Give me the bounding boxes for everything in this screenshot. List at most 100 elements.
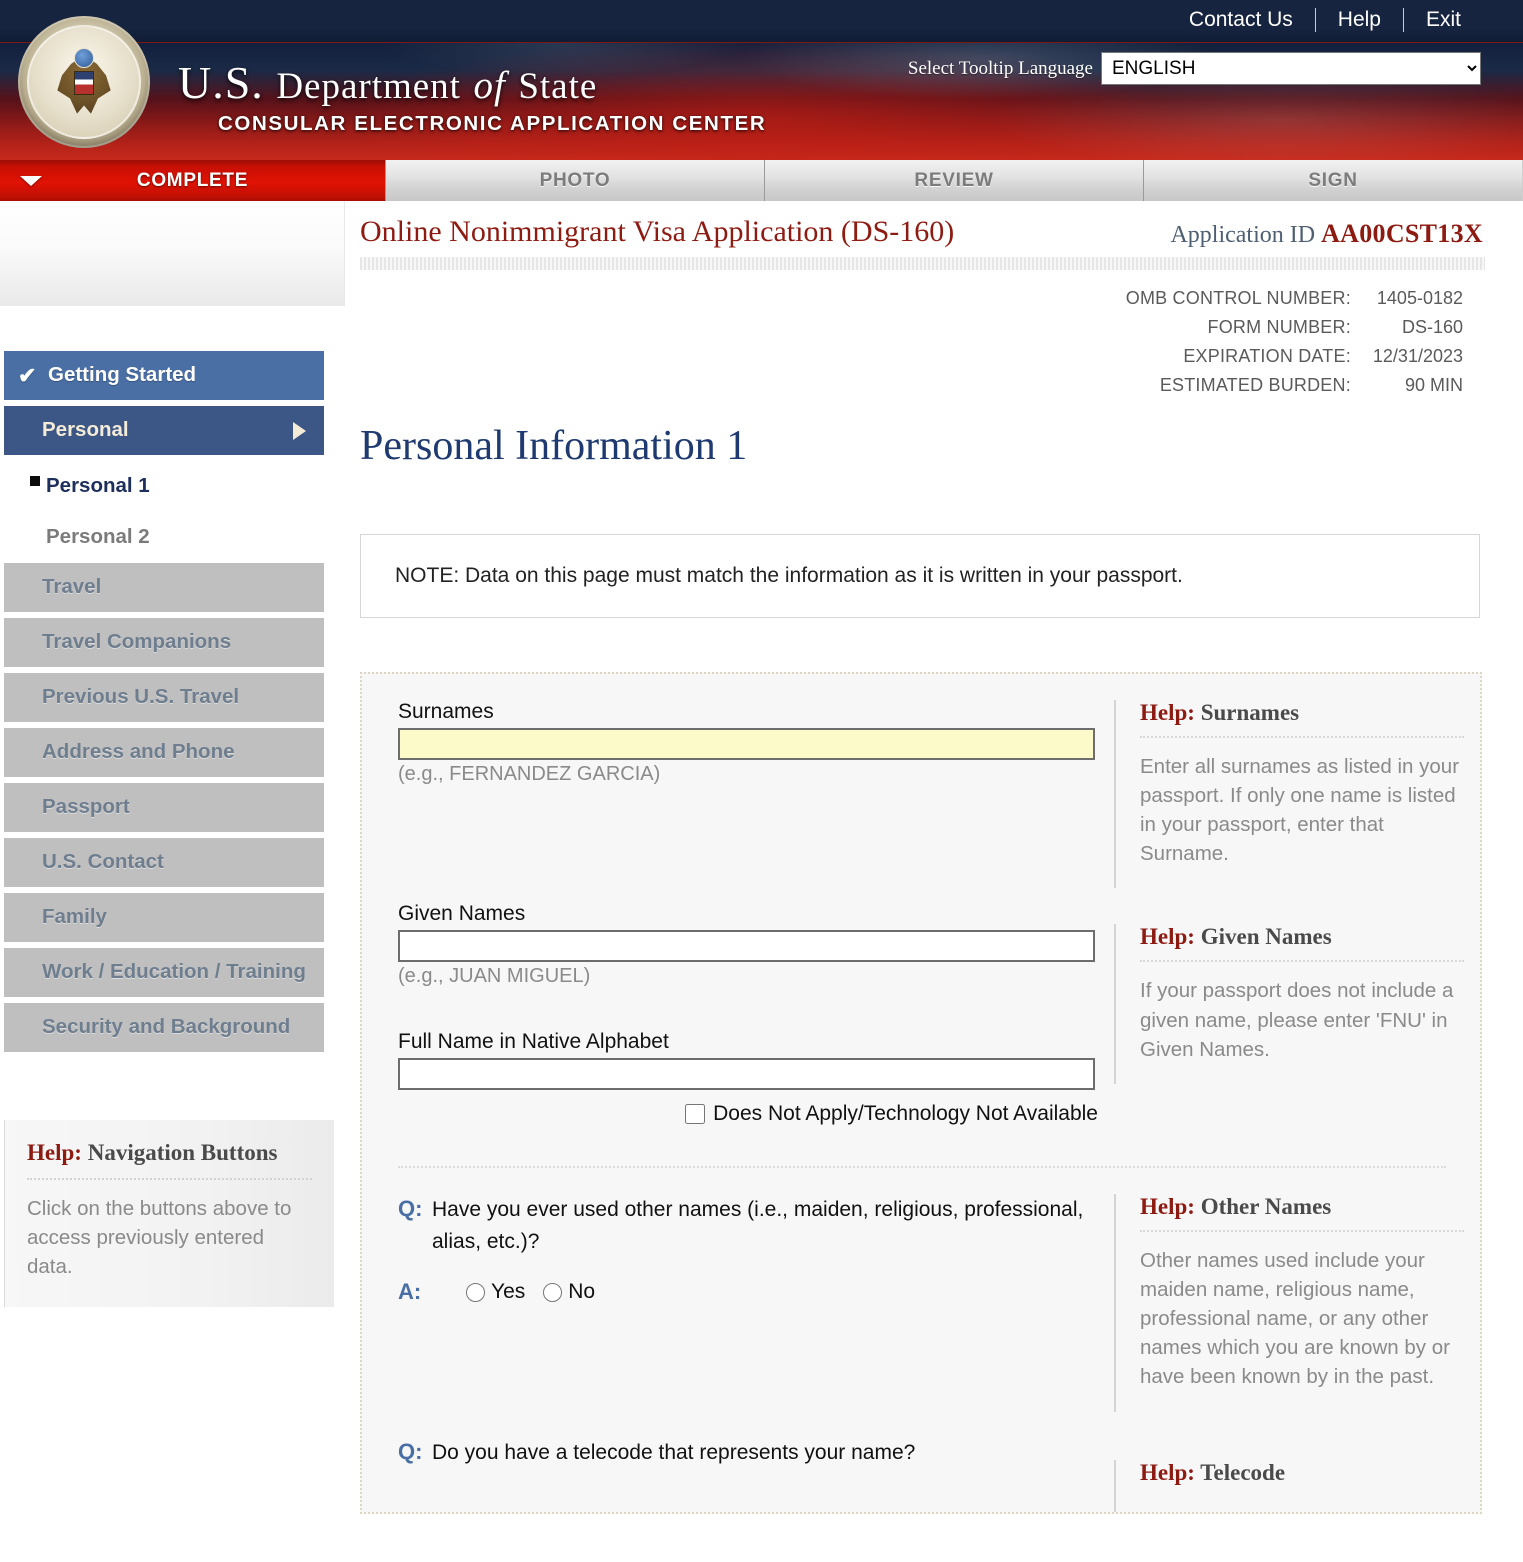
other-names-yes-label[interactable]: Yes — [491, 1280, 525, 1304]
sidebar-item-us-contact[interactable]: U.S. Contact — [4, 838, 324, 887]
tab-complete[interactable]: COMPLETE — [0, 160, 385, 201]
divider — [1140, 960, 1464, 963]
application-title-row: Online Nonimmigrant Visa Application (DS… — [355, 201, 1485, 249]
main-content: Online Nonimmigrant Visa Application (DS… — [355, 201, 1485, 1514]
other-names-yes-radio[interactable] — [466, 1282, 485, 1302]
answer-marker: A: — [398, 1279, 422, 1304]
sidebar-item-passport[interactable]: Passport — [4, 783, 324, 832]
question-marker: Q: — [398, 1439, 423, 1464]
help-panel-surnames: Help: Surnames Enter all surnames as lis… — [1114, 700, 1464, 889]
help-body: Enter all surnames as listed in your pas… — [1140, 755, 1460, 866]
application-id-label: Application ID — [1170, 222, 1316, 248]
other-names-no-option[interactable]: No — [543, 1280, 595, 1304]
sidebar-item-previous-us-travel[interactable]: Previous U.S. Travel — [4, 673, 324, 722]
question-other-names: Q: Have you ever used other names (i.e.,… — [398, 1194, 1094, 1305]
metadata-row: FORM NUMBER: DS-160 — [1126, 313, 1464, 342]
help-topic: Navigation Buttons — [87, 1140, 278, 1165]
sidebar-item-work-education-training[interactable]: Work / Education / Training — [4, 948, 324, 997]
other-names-yes-option[interactable]: Yes — [466, 1280, 525, 1304]
form-fields-column: Surnames (e.g., FERNANDEZ GARCIA) Given … — [362, 700, 1114, 1130]
help-topic: Other Names — [1200, 1194, 1332, 1219]
page-title: Personal Information 1 — [360, 423, 748, 469]
sidebar-item-address-and-phone[interactable]: Address and Phone — [4, 728, 324, 777]
question-telecode: Q: Do you have a telecode that represent… — [398, 1437, 1094, 1469]
sidebar-help-panel: Help: Navigation Buttons Click on the bu… — [4, 1120, 334, 1308]
site-banner: Contact Us Help Exit Select Tooltip Lang… — [0, 0, 1523, 160]
workflow-tabs: COMPLETE PHOTO REVIEW SIGN — [0, 160, 1523, 201]
does-not-apply-checkbox[interactable] — [685, 1104, 706, 1124]
help-column: Help: Surnames Enter all surnames as lis… — [1114, 700, 1480, 1130]
surnames-input[interactable] — [398, 728, 1095, 760]
sidebar-item-family[interactable]: Family — [4, 893, 324, 942]
exit-link[interactable]: Exit — [1404, 8, 1483, 32]
sidebar-item-label: Personal — [42, 418, 129, 442]
answer-line: A: Yes No — [398, 1279, 1094, 1305]
sidebar-item-travel-companions[interactable]: Travel Companions — [4, 618, 324, 667]
sidebar-item-personal-1[interactable]: Personal 1 — [4, 461, 324, 510]
department-of-state-seal-icon — [18, 16, 150, 148]
sidebar-item-personal[interactable]: Personal — [4, 406, 324, 455]
help-link[interactable]: Help — [1316, 8, 1403, 32]
native-name-input[interactable] — [398, 1058, 1095, 1090]
title-divider — [360, 257, 1485, 270]
metadata-row: ESTIMATED BURDEN: 90 MIN — [1126, 371, 1463, 400]
sidebar-item-label: Address and Phone — [42, 740, 235, 764]
help-panel-other-names: Help: Other Names Other names used inclu… — [1114, 1194, 1464, 1412]
question-marker: Q: — [398, 1196, 423, 1221]
metadata-value: 90 MIN — [1404, 375, 1463, 395]
does-not-apply-label[interactable]: Does Not Apply/Technology Not Available — [713, 1102, 1098, 1126]
other-names-no-label[interactable]: No — [568, 1280, 595, 1304]
tooltip-language-selector: Select Tooltip Language ENGLISH — [908, 52, 1481, 85]
agency-subtitle: CONSULAR ELECTRONIC APPLICATION CENTER — [218, 112, 767, 135]
divider — [1140, 1230, 1464, 1232]
metadata-key: EXPIRATION DATE: — [1183, 346, 1351, 366]
help-prefix: Help: — [27, 1140, 82, 1165]
application-id: Application ID AA00CST13X — [1170, 219, 1483, 249]
help-title: Help: Given Names — [1140, 924, 1464, 956]
sidebar-item-getting-started[interactable]: ✔ Getting Started — [4, 351, 324, 400]
given-names-hint: (e.g., JUAN MIGUEL) — [398, 965, 591, 987]
native-name-label: Full Name in Native Alphabet — [398, 1030, 669, 1053]
sidebar-item-label: Travel Companions — [42, 630, 232, 654]
sidebar-item-travel[interactable]: Travel — [4, 563, 324, 612]
note-text: NOTE: Data on this page must match the i… — [395, 564, 1183, 587]
sidebar-item-label: Work / Education / Training — [42, 960, 306, 984]
divider — [1140, 736, 1464, 738]
sidebar-item-label: Personal 1 — [46, 473, 150, 497]
metadata-key: ESTIMATED BURDEN: — [1159, 375, 1351, 395]
note-box: NOTE: Data on this page must match the i… — [360, 534, 1480, 618]
help-title: Help: Telecode — [1140, 1460, 1464, 1492]
sidebar-item-security-and-background[interactable]: Security and Background — [4, 1003, 324, 1052]
tab-sign[interactable]: SIGN — [1143, 160, 1522, 201]
help-topic: Surnames — [1200, 700, 1300, 725]
divider — [27, 1178, 312, 1180]
sidebar: ✔ Getting Started Personal Personal 1 Pe… — [0, 201, 345, 1308]
surnames-label: Surnames — [398, 700, 494, 723]
sidebar-item-label: Personal 2 — [46, 524, 150, 548]
sidebar-item-label: Getting Started — [48, 363, 197, 387]
agency-title-department: Department — [276, 66, 461, 107]
sidebar-item-label: Security and Background — [42, 1015, 291, 1039]
shield-icon — [74, 70, 94, 95]
other-names-no-radio[interactable] — [543, 1282, 563, 1302]
sidebar-item-personal-2[interactable]: Personal 2 — [4, 512, 324, 561]
sidebar-item-label: Passport — [42, 795, 130, 819]
tab-photo[interactable]: PHOTO — [385, 160, 764, 201]
application-title: Online Nonimmigrant Visa Application (DS… — [360, 215, 955, 248]
given-names-input[interactable] — [398, 930, 1095, 962]
tab-review[interactable]: REVIEW — [764, 160, 1143, 201]
sidebar-item-label: Travel — [42, 575, 102, 599]
tooltip-language-label: Select Tooltip Language — [907, 57, 1093, 79]
sidebar-help-body: Click on the buttons above to access pre… — [27, 1197, 292, 1279]
tooltip-language-select[interactable]: ENGLISH — [1101, 52, 1481, 85]
agency-title-state: State — [518, 66, 598, 107]
help-panel-telecode: Help: Telecode — [1114, 1459, 1464, 1512]
sidebar-header-panel — [0, 201, 345, 306]
help-prefix: Help: — [1140, 1194, 1195, 1219]
contact-us-link[interactable]: Contact Us — [1167, 8, 1315, 32]
chevron-right-icon — [293, 421, 306, 440]
sidebar-item-label: Family — [42, 905, 107, 929]
